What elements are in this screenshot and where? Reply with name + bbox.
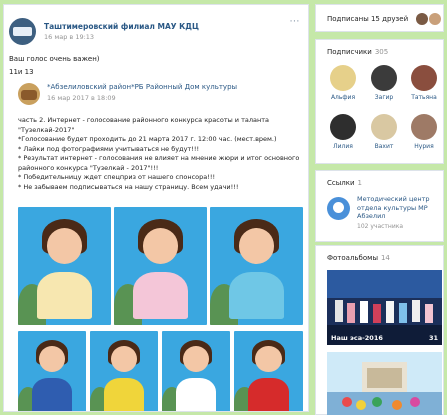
repost-text-line: часть 2. Интернет - голосование районног… bbox=[18, 116, 270, 124]
photo-thumbnail[interactable] bbox=[162, 331, 230, 411]
subscribers-count: 305 bbox=[374, 48, 389, 56]
post-date[interactable]: 16 мар в 19:13 bbox=[44, 33, 199, 41]
subscribers-title[interactable]: Подписчики 305 bbox=[327, 48, 388, 56]
links-card: Ссылки 1 Методический центр отдела культу… bbox=[315, 170, 444, 242]
albums-title[interactable]: Фотоальбомы 14 bbox=[327, 254, 390, 262]
subscriber-item[interactable]: Татьяна bbox=[409, 65, 439, 101]
subscriber-name[interactable]: Альфия bbox=[328, 94, 358, 101]
subscriber-item[interactable]: Альфия bbox=[328, 65, 358, 101]
subscriber-name[interactable]: Татьяна bbox=[409, 94, 439, 101]
avatar[interactable] bbox=[330, 114, 356, 140]
photo-thumbnail[interactable] bbox=[18, 207, 111, 325]
subscriber-item[interactable]: Нурия bbox=[409, 114, 439, 150]
photo-thumbnail[interactable] bbox=[18, 331, 86, 411]
post-header: Таштимеровский филиал МАУ КДЦ 16 мар в 1… bbox=[9, 18, 199, 45]
photo-thumbnail[interactable] bbox=[90, 331, 158, 411]
repost-header: *Абзелиловский район*РБ Районный Дом кул… bbox=[18, 83, 237, 105]
subscriber-item[interactable]: Лилия bbox=[328, 114, 358, 150]
photo-thumbnail[interactable] bbox=[210, 207, 303, 325]
repost-text-line: районного конкурса "Тузелкай - 2017"!!! bbox=[18, 163, 159, 172]
repost-text-line: "Тузелкай-2017" bbox=[18, 125, 75, 134]
links-count: 1 bbox=[357, 179, 362, 187]
subscriber-name[interactable]: Вахит bbox=[369, 143, 399, 150]
repost-text-line: * Не забываем подписываться на нашу стра… bbox=[18, 182, 239, 191]
albums-count: 14 bbox=[380, 254, 390, 262]
repost-date[interactable]: 16 мар 2017 в 18:09 bbox=[47, 94, 237, 102]
post-author-link[interactable]: Таштимеровский филиал МАУ КДЦ bbox=[44, 22, 199, 31]
subscriber-item[interactable]: Загир bbox=[369, 65, 399, 101]
subscribers-title-text: Подписчики bbox=[327, 48, 372, 56]
subscriber-name[interactable]: Нурия bbox=[409, 143, 439, 150]
subscriber-name[interactable]: Загир bbox=[369, 94, 399, 101]
album-photo-count: 31 bbox=[428, 334, 438, 342]
repost-text-line: * Лайки под фотографиями учитываться не … bbox=[18, 144, 200, 153]
avatar[interactable] bbox=[371, 114, 397, 140]
repost-avatar[interactable] bbox=[18, 83, 40, 105]
avatar[interactable] bbox=[330, 65, 356, 91]
links-title-text: Ссылки bbox=[327, 179, 355, 187]
friends-subscribed-card[interactable]: Подписаны 15 друзей bbox=[315, 4, 444, 32]
subscriber-name[interactable]: Лилия bbox=[328, 143, 358, 150]
album-cover[interactable] bbox=[327, 352, 442, 415]
subscribers-card: Подписчики 305 Альфия Загир Татьяна Лилия… bbox=[315, 39, 444, 164]
album-cover[interactable]: Наш эса-2016 31 bbox=[327, 270, 442, 345]
author-avatar[interactable] bbox=[9, 18, 36, 45]
repost-text: часть 2. Интернет - голосование районног… bbox=[18, 116, 306, 192]
friend-avatar[interactable] bbox=[429, 13, 441, 25]
ellipsis-icon[interactable]: ⋯ bbox=[290, 16, 301, 27]
repost-text-line: *Голосование будет проходить до 21 марта… bbox=[18, 135, 277, 143]
friend-avatar[interactable] bbox=[416, 13, 428, 25]
album-caption[interactable]: Наш эса-2016 bbox=[331, 334, 383, 342]
avatar[interactable] bbox=[411, 114, 437, 140]
photo-albums-card: Фотоальбомы 14 Наш эса-2016 31 bbox=[315, 245, 444, 415]
post-text: Ваш голос очень важен) 11и 13 bbox=[9, 53, 100, 79]
albums-title-text: Фотоальбомы bbox=[327, 254, 378, 262]
subscriber-item[interactable]: Вахит bbox=[369, 114, 399, 150]
link-logo[interactable] bbox=[327, 197, 350, 220]
photo-thumbnail[interactable] bbox=[234, 331, 303, 411]
wall-post: Таштимеровский филиал МАУ КДЦ 16 мар в 1… bbox=[3, 4, 309, 412]
photo-thumbnail[interactable] bbox=[114, 207, 207, 325]
links-title[interactable]: Ссылки 1 bbox=[327, 179, 362, 187]
post-text-line: 11и 13 bbox=[9, 68, 34, 76]
avatar[interactable] bbox=[371, 65, 397, 91]
link-members-count: 102 участника bbox=[357, 223, 404, 230]
avatar[interactable] bbox=[411, 65, 437, 91]
repost-author-link[interactable]: *Абзелиловский район*РБ Районный Дом кул… bbox=[47, 83, 237, 91]
link-title[interactable]: Методический центр отдела культуры МР Аб… bbox=[357, 195, 441, 221]
album-cover-image bbox=[327, 352, 442, 415]
repost-text-line: * Результат интернет - голосования не вл… bbox=[18, 154, 300, 162]
repost-text-line: * Победительницу ждет спецприз от нашего… bbox=[18, 173, 216, 181]
post-text-line: Ваш голос очень важен) bbox=[9, 55, 100, 63]
friends-subscribed-label[interactable]: Подписаны 15 друзей bbox=[327, 15, 408, 23]
